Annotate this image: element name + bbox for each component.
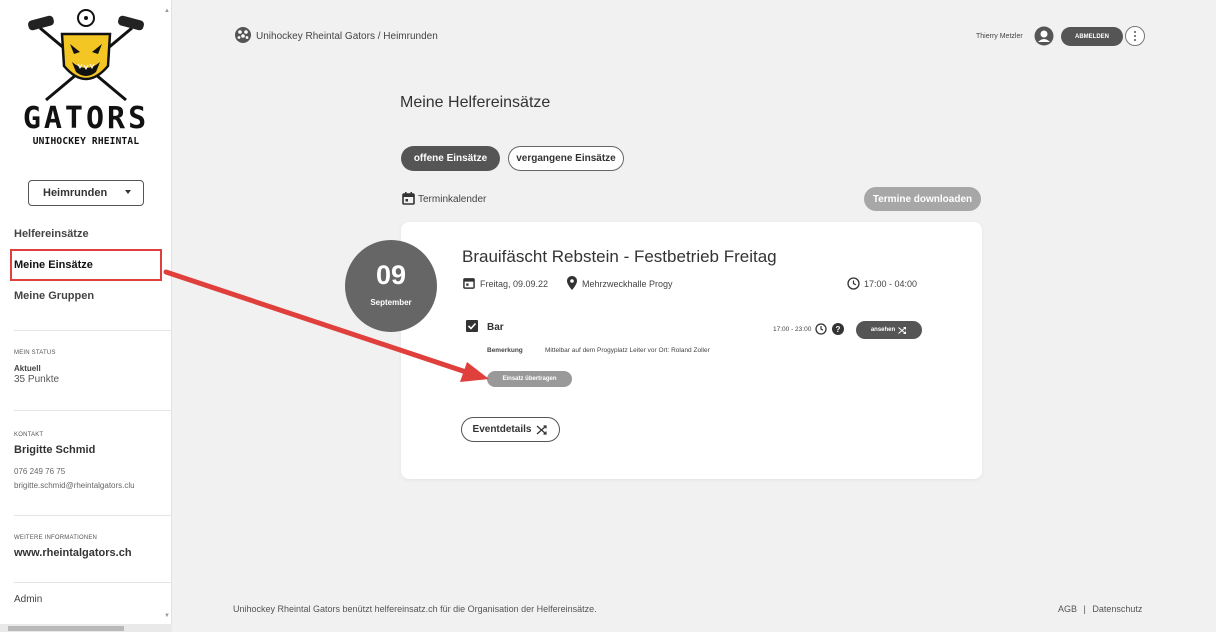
logo-wordmark: GATORS bbox=[22, 101, 150, 136]
scroll-up-icon[interactable]: ▲ bbox=[164, 8, 170, 14]
user-avatar-icon[interactable] bbox=[1034, 26, 1054, 46]
transfer-shift-button[interactable]: Einsatz übertragen bbox=[487, 371, 572, 387]
clock-icon bbox=[847, 277, 860, 290]
contact-heading: KONTAKT bbox=[14, 432, 44, 438]
location-pin-icon bbox=[567, 276, 577, 290]
clock-icon bbox=[815, 323, 827, 335]
contact-phone[interactable]: 076 249 76 75 bbox=[14, 467, 65, 476]
help-icon[interactable]: ? bbox=[832, 323, 844, 335]
footer-text: Unihockey Rheintal Gators benützt helfer… bbox=[233, 604, 597, 614]
page-title: Meine Helfereinsätze bbox=[400, 94, 551, 111]
more-options-button[interactable] bbox=[1125, 26, 1145, 46]
sidebar-item-helfereinsaetze[interactable]: Helfereinsätze bbox=[14, 228, 89, 240]
scroll-thumb[interactable] bbox=[8, 626, 124, 631]
remark-label: Bemerkung bbox=[487, 347, 523, 354]
calendar-icon bbox=[402, 192, 415, 205]
shuffle-icon bbox=[898, 326, 907, 334]
contact-email[interactable]: brigitte.schmid@rheintalgators.clu bbox=[14, 481, 135, 490]
privacy-link[interactable]: Datenschutz bbox=[1092, 604, 1142, 614]
sidebar-divider bbox=[14, 582, 172, 583]
calendar-link[interactable]: Terminkalender bbox=[418, 194, 486, 205]
breadcrumb[interactable]: Unihockey Rheintal Gators / Heimrunden bbox=[256, 31, 438, 42]
remark-text: Mittelbar auf dem Progyplatz Leiter vor … bbox=[545, 347, 710, 354]
event-month: September bbox=[370, 298, 412, 307]
sidebar-item-admin[interactable]: Admin bbox=[14, 594, 42, 605]
event-day: 09 bbox=[375, 260, 407, 290]
event-location: Mehrzweckhalle Progy bbox=[582, 279, 673, 289]
tab-offene-einsaetze[interactable]: offene Einsätze bbox=[401, 146, 500, 171]
logo-subtitle: UNIHOCKEY RHEINTAL bbox=[32, 136, 140, 147]
event-details-button[interactable]: Eventdetails bbox=[461, 417, 560, 442]
event-time: 17:00 - 04:00 bbox=[864, 279, 918, 289]
gator-emblem-icon bbox=[28, 9, 144, 102]
status-points: 35 Punkte bbox=[14, 374, 60, 385]
website-link[interactable]: www.rheintalgators.ch bbox=[14, 547, 132, 559]
view-shift-button[interactable]: ansehen bbox=[856, 321, 922, 339]
sidebar-divider bbox=[14, 410, 172, 411]
horizontal-scrollbar[interactable] bbox=[0, 624, 172, 632]
contact-name: Brigitte Schmid bbox=[14, 444, 96, 456]
checkbox-checked-icon bbox=[466, 320, 478, 332]
status-label: Aktuell bbox=[14, 364, 41, 373]
scroll-down-icon[interactable]: ▼ bbox=[164, 613, 170, 619]
logout-button[interactable]: ABMELDEN bbox=[1061, 27, 1123, 46]
caret-down-icon bbox=[125, 190, 131, 194]
status-heading: MEIN STATUS bbox=[14, 350, 56, 356]
vertical-scrollbar[interactable]: ▲ ▼ bbox=[163, 0, 172, 624]
annotation-highlight-box bbox=[10, 249, 162, 281]
user-name: Thierry Metzler bbox=[976, 33, 1023, 40]
event-date-badge: 09 September bbox=[345, 240, 437, 332]
section-select[interactable]: Heimrunden bbox=[28, 180, 144, 206]
shift-name: Bar bbox=[487, 322, 504, 333]
download-appointments-button[interactable]: Termine downloaden bbox=[864, 187, 981, 211]
gators-logo[interactable]: GATORS UNIHOCKEY RHEINTAL bbox=[22, 8, 150, 158]
tab-vergangene-einsaetze[interactable]: vergangene Einsätze bbox=[508, 146, 624, 171]
footer-links: AGB | Datenschutz bbox=[1058, 604, 1142, 614]
agb-link[interactable]: AGB bbox=[1058, 604, 1077, 614]
section-select-value: Heimrunden bbox=[43, 187, 108, 199]
event-title: Brauifäscht Rebstein - Festbetrieb Freit… bbox=[462, 247, 777, 266]
shift-time: 17:00 - 23:00 bbox=[773, 326, 812, 333]
sidebar: GATORS UNIHOCKEY RHEINTAL Heimrunden Hel… bbox=[0, 0, 172, 632]
event-details-label: Eventdetails bbox=[472, 424, 532, 435]
more-vertical-icon bbox=[1134, 31, 1136, 41]
shuffle-icon bbox=[537, 424, 548, 435]
footer-separator: | bbox=[1083, 604, 1086, 614]
sidebar-item-meine-gruppen[interactable]: Meine Gruppen bbox=[14, 290, 94, 302]
event-date: Freitag, 09.09.22 bbox=[480, 279, 549, 289]
view-shift-label: ansehen bbox=[870, 327, 896, 333]
more-info-heading: WEITERE INFORMATIONEN bbox=[14, 535, 98, 541]
sidebar-divider bbox=[14, 515, 172, 516]
sidebar-divider bbox=[14, 330, 172, 331]
calendar-icon bbox=[463, 278, 475, 289]
floorball-icon bbox=[235, 27, 251, 43]
svg-text:?: ? bbox=[836, 325, 841, 334]
